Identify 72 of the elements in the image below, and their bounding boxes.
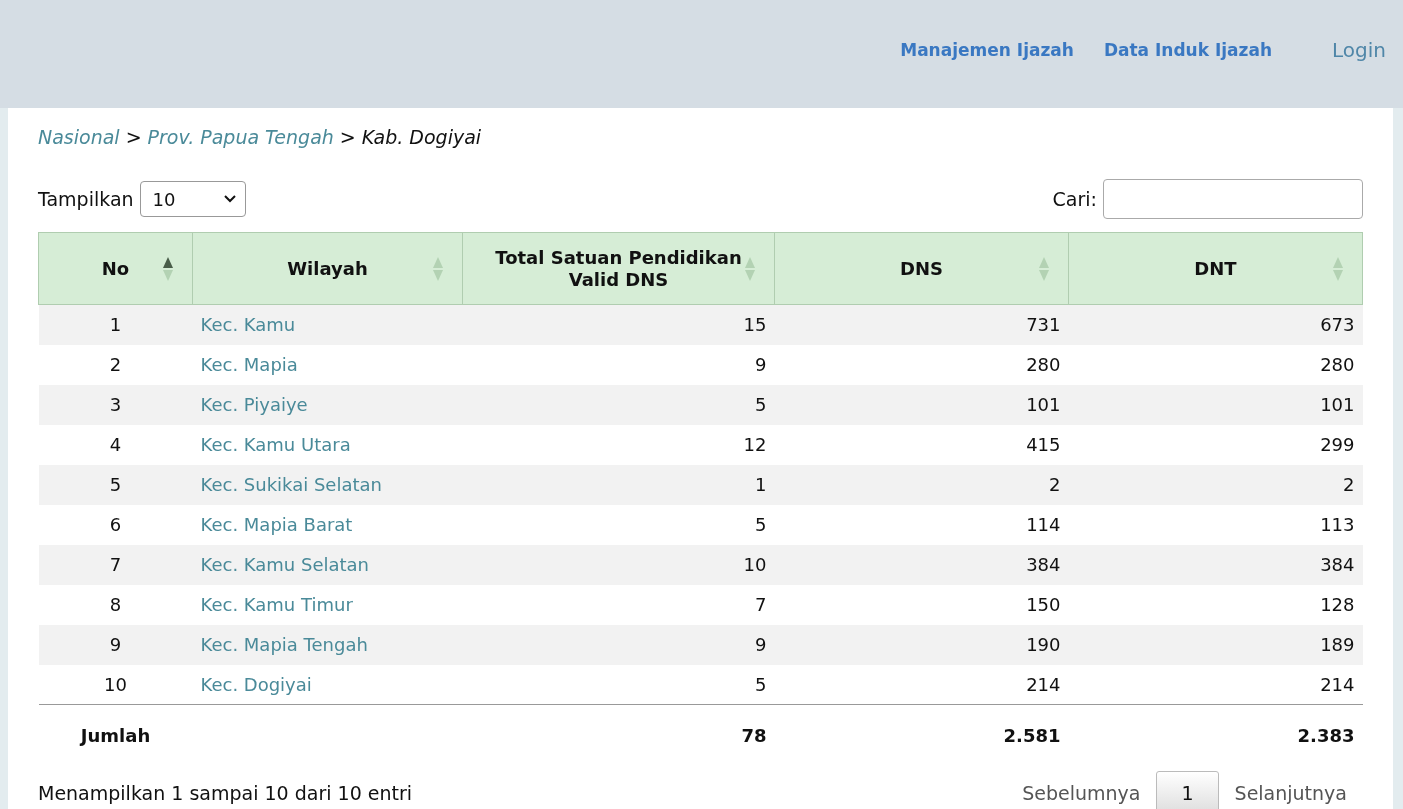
search-label: Cari: [1052,188,1097,210]
page-length-select[interactable]: 10 [139,181,246,217]
table-cell: 15 [743,314,767,336]
table-cell: 9 [755,354,767,375]
table-cell: 113 [1320,514,1355,535]
table-cell: 214 [1320,673,1355,695]
next-button[interactable]: Selanjutnya [1218,773,1363,809]
table-cell: 4 [109,434,122,455]
table-cell: 9 [755,634,767,655]
previous-button[interactable]: Sebelumnya [1006,773,1157,809]
column-header[interactable]: DNS [774,232,1069,305]
table-cell: 114 [1026,514,1061,535]
breadcrumb-current: Kab. Dogiyai [361,126,482,148]
login-link[interactable]: Login [1332,38,1386,70]
table-cell: 7 [755,594,767,615]
table-cell: 3 [109,394,122,415]
table-cell: 150 [1026,594,1061,615]
table-cell: 7 [109,554,122,575]
table-cell: 299 [1320,434,1355,455]
column-header[interactable]: DNT [1068,232,1363,305]
table-cell: 2 [109,354,122,375]
table-cell: 280 [1320,354,1355,375]
table-cell: 673 [1320,314,1355,336]
table-cell: 384 [1320,554,1355,575]
region-link[interactable]: Kec. Dogiyai [200,673,312,695]
region-link[interactable]: Kec. Kamu Timur [200,594,353,615]
table-cell: 415 [1026,434,1061,455]
table-cell: 9 [109,634,122,655]
table-cell: 189 [1320,634,1355,655]
region-link[interactable]: Kec. Mapia Barat [200,514,353,535]
total-label: Jumlah [80,725,151,747]
total-cell: 2.581 [1003,725,1061,747]
table-cell: 731 [1026,314,1061,336]
region-link[interactable]: Kec. Kamu Utara [200,434,351,455]
entries-info: Menampilkan 1 sampai 10 dari 10 entri [38,781,413,804]
table-cell: 10 [743,554,767,575]
breadcrumb-link[interactable]: Prov. Papua Tengah [147,126,334,148]
table-cell: 1 [109,314,122,336]
length-label: Tampilkan [38,188,134,210]
table-cell: 5 [109,474,122,495]
table-cell: 5 [755,673,767,695]
column-header[interactable]: Wilayah [192,232,463,305]
table-cell: 101 [1026,394,1061,415]
column-header[interactable]: Total Satuan Pendidikan Valid DNS [462,232,775,305]
region-link[interactable]: Kec. Kamu [200,314,296,336]
table-cell: 1 [755,474,767,495]
total-cell: 2.383 [1297,725,1355,747]
region-link[interactable]: Kec. Mapia [200,354,298,375]
page-button[interactable]: 1 [1156,770,1219,809]
total-cell: 78 [741,725,767,747]
search-field[interactable] [1103,179,1363,219]
column-header[interactable]: No [38,232,193,305]
nav-link[interactable]: Data Induk Ijazah [1103,40,1273,68]
table-cell: 101 [1320,394,1355,415]
table-cell: 5 [755,514,767,535]
table-cell: 190 [1026,634,1061,655]
table-cell: 5 [755,394,767,415]
table-cell: 128 [1320,594,1355,615]
nav-link[interactable]: Manajemen Ijazah [900,40,1074,68]
breadcrumb-link[interactable]: Nasional [38,126,120,148]
table-cell: 2 [1049,474,1061,495]
table-cell: 12 [743,434,767,455]
table-cell: 2 [1343,474,1355,495]
chevron-down-icon [222,194,237,204]
table-cell: 6 [109,514,122,535]
table-cell: 280 [1026,354,1061,375]
table-cell: 214 [1026,673,1061,695]
table-cell: 384 [1026,554,1061,575]
table-cell: 8 [109,594,122,615]
table-cell: 10 [104,673,127,695]
breadcrumb-separator: > [125,126,142,148]
breadcrumb-separator: > [339,126,356,148]
